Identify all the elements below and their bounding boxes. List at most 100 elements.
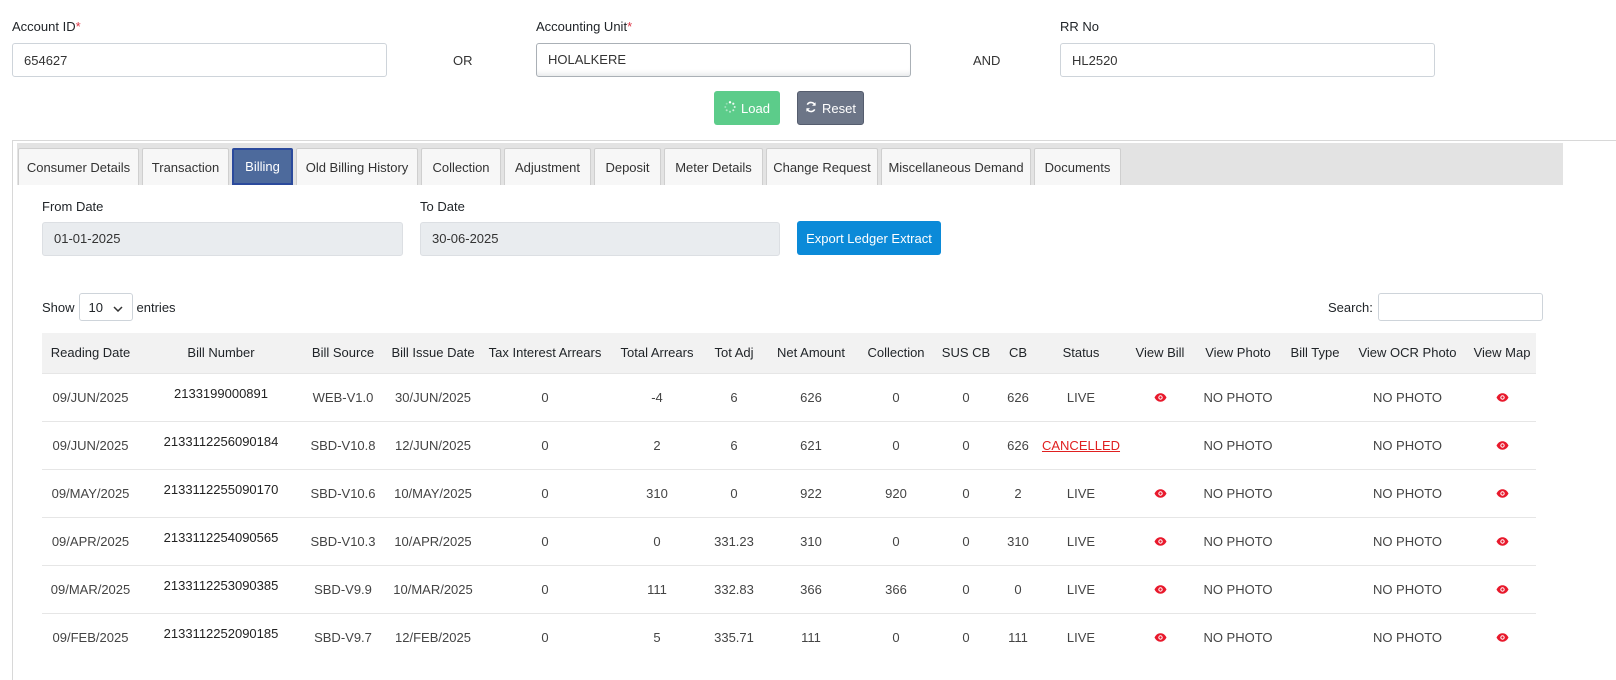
cell-reading-date: 09/JUN/2025 [42,420,139,469]
view-map-eye-icon[interactable] [1496,486,1509,501]
cell-bill-issue-date: 12/FEB/2025 [383,612,483,661]
cell-tot-adj: 6 [707,372,761,421]
col-tax-interest-arrears[interactable]: Tax Interest Arrears [483,333,607,373]
cell-net-amount: 922 [761,468,861,517]
cell-view-bill [1127,612,1193,661]
col-tot-adj[interactable]: Tot Adj [707,333,761,373]
account-id-label: Account ID* [12,19,81,34]
tab-documents[interactable]: Documents [1034,148,1121,185]
cell-tot-adj: 332.83 [707,564,761,613]
from-date-input[interactable]: 01-01-2025 [42,222,403,256]
col-bill-number[interactable]: Bill Number [139,333,303,373]
cancelled-status-link[interactable]: CANCELLED [1042,438,1120,453]
table-header-row: Reading Date Bill Number Bill Source Bil… [42,333,1536,373]
search-label: Search: [1328,299,1373,315]
tab-collection[interactable]: Collection [421,148,501,185]
reset-button[interactable]: Reset [797,91,864,125]
cell-sus-cb: 0 [931,468,1001,517]
table-row: 09/JUN/2025 2133112256090184 SBD-V10.8 1… [42,420,1536,469]
col-collection[interactable]: Collection [861,333,931,373]
cell-sus-cb: 0 [931,372,1001,421]
from-date-label: From Date [42,199,104,214]
view-map-eye-icon[interactable] [1496,390,1509,405]
cell-bill-source: SBD-V10.6 [303,468,383,517]
cell-view-bill [1127,564,1193,613]
cell-bill-number: 2133112256090184 [139,420,303,469]
cell-tot-adj: 0 [707,468,761,517]
col-view-bill[interactable]: View Bill [1127,333,1193,373]
cell-view-bill [1127,516,1193,565]
export-ledger-button[interactable]: Export Ledger Extract [797,221,941,255]
rr-no-input[interactable] [1060,43,1435,77]
cell-reading-date: 09/MAR/2025 [42,564,139,613]
tab-change-request[interactable]: Change Request [766,148,878,185]
view-map-eye-icon[interactable] [1496,582,1509,597]
tab-consumer-details[interactable]: Consumer Details [18,148,139,185]
view-map-eye-icon[interactable] [1496,630,1509,645]
tab-old-billing-history[interactable]: Old Billing History [296,148,418,185]
search-input[interactable] [1377,293,1543,321]
cell-view-bill [1127,468,1193,517]
to-date-input[interactable]: 30-06-2025 [420,222,780,256]
cell-status: LIVE [1035,468,1127,517]
cell-cb: 0 [1001,564,1035,613]
cell-net-amount: 621 [761,420,861,469]
table-row: 09/FEB/2025 2133112252090185 SBD-V9.7 12… [42,612,1536,661]
cell-bill-type [1283,420,1347,469]
view-bill-eye-icon[interactable] [1154,630,1167,645]
cell-collection: 0 [861,516,931,565]
view-bill-eye-icon[interactable] [1154,390,1167,405]
accounting-unit-input[interactable]: HOLALKERE [536,43,911,77]
cell-tax-interest-arrears: 0 [483,612,607,661]
cell-view-ocr-photo: NO PHOTO [1347,420,1468,469]
cell-reading-date: 09/JUN/2025 [42,372,139,421]
tab-billing[interactable]: Billing [232,148,293,185]
view-bill-eye-icon[interactable] [1154,486,1167,501]
tab-adjustment[interactable]: Adjustment [504,148,591,185]
cell-view-map [1468,468,1536,517]
col-bill-source[interactable]: Bill Source [303,333,383,373]
cell-total-arrears: 310 [607,468,707,517]
col-view-photo[interactable]: View Photo [1193,333,1283,373]
col-reading-date[interactable]: Reading Date [42,333,139,373]
cell-net-amount: 626 [761,372,861,421]
cell-view-photo: NO PHOTO [1193,372,1283,421]
cell-view-photo: NO PHOTO [1193,564,1283,613]
col-cb[interactable]: CB [1001,333,1035,373]
cell-bill-number: 2133199000891 [139,372,303,421]
refresh-icon [805,101,817,116]
cell-bill-number: 2133112252090185 [139,612,303,661]
col-view-map[interactable]: View Map [1468,333,1536,373]
cell-view-map [1468,420,1536,469]
tab-meter-details[interactable]: Meter Details [664,148,763,185]
view-bill-eye-icon[interactable] [1154,582,1167,597]
spinner-icon [724,100,736,116]
cell-bill-type [1283,516,1347,565]
table-row: 09/JUN/2025 2133199000891 WEB-V1.0 30/JU… [42,372,1536,421]
cell-bill-issue-date: 10/MAY/2025 [383,468,483,517]
cell-view-photo: NO PHOTO [1193,516,1283,565]
tab-deposit[interactable]: Deposit [594,148,661,185]
tab-miscellaneous-demand[interactable]: Miscellaneous Demand [881,148,1031,185]
cell-tot-adj: 6 [707,420,761,469]
view-map-eye-icon[interactable] [1496,534,1509,549]
col-sus-cb[interactable]: SUS CB [931,333,1001,373]
account-id-input[interactable] [12,43,387,77]
cell-net-amount: 366 [761,564,861,613]
view-bill-eye-icon[interactable] [1154,534,1167,549]
col-status[interactable]: Status [1035,333,1127,373]
col-view-ocr-photo[interactable]: View OCR Photo [1347,333,1468,373]
tab-transaction[interactable]: Transaction [142,148,229,185]
view-map-eye-icon[interactable] [1496,438,1509,453]
col-bill-issue-date[interactable]: Bill Issue Date [383,333,483,373]
load-button[interactable]: Load [714,91,780,125]
col-total-arrears[interactable]: Total Arrears [607,333,707,373]
cell-view-photo: NO PHOTO [1193,612,1283,661]
cell-view-ocr-photo: NO PHOTO [1347,564,1468,613]
cell-bill-issue-date: 10/APR/2025 [383,516,483,565]
cell-cb: 626 [1001,420,1035,469]
col-bill-type[interactable]: Bill Type [1283,333,1347,373]
col-net-amount[interactable]: Net Amount [761,333,861,373]
entries-select[interactable]: 10 [78,293,133,321]
cell-net-amount: 310 [761,516,861,565]
